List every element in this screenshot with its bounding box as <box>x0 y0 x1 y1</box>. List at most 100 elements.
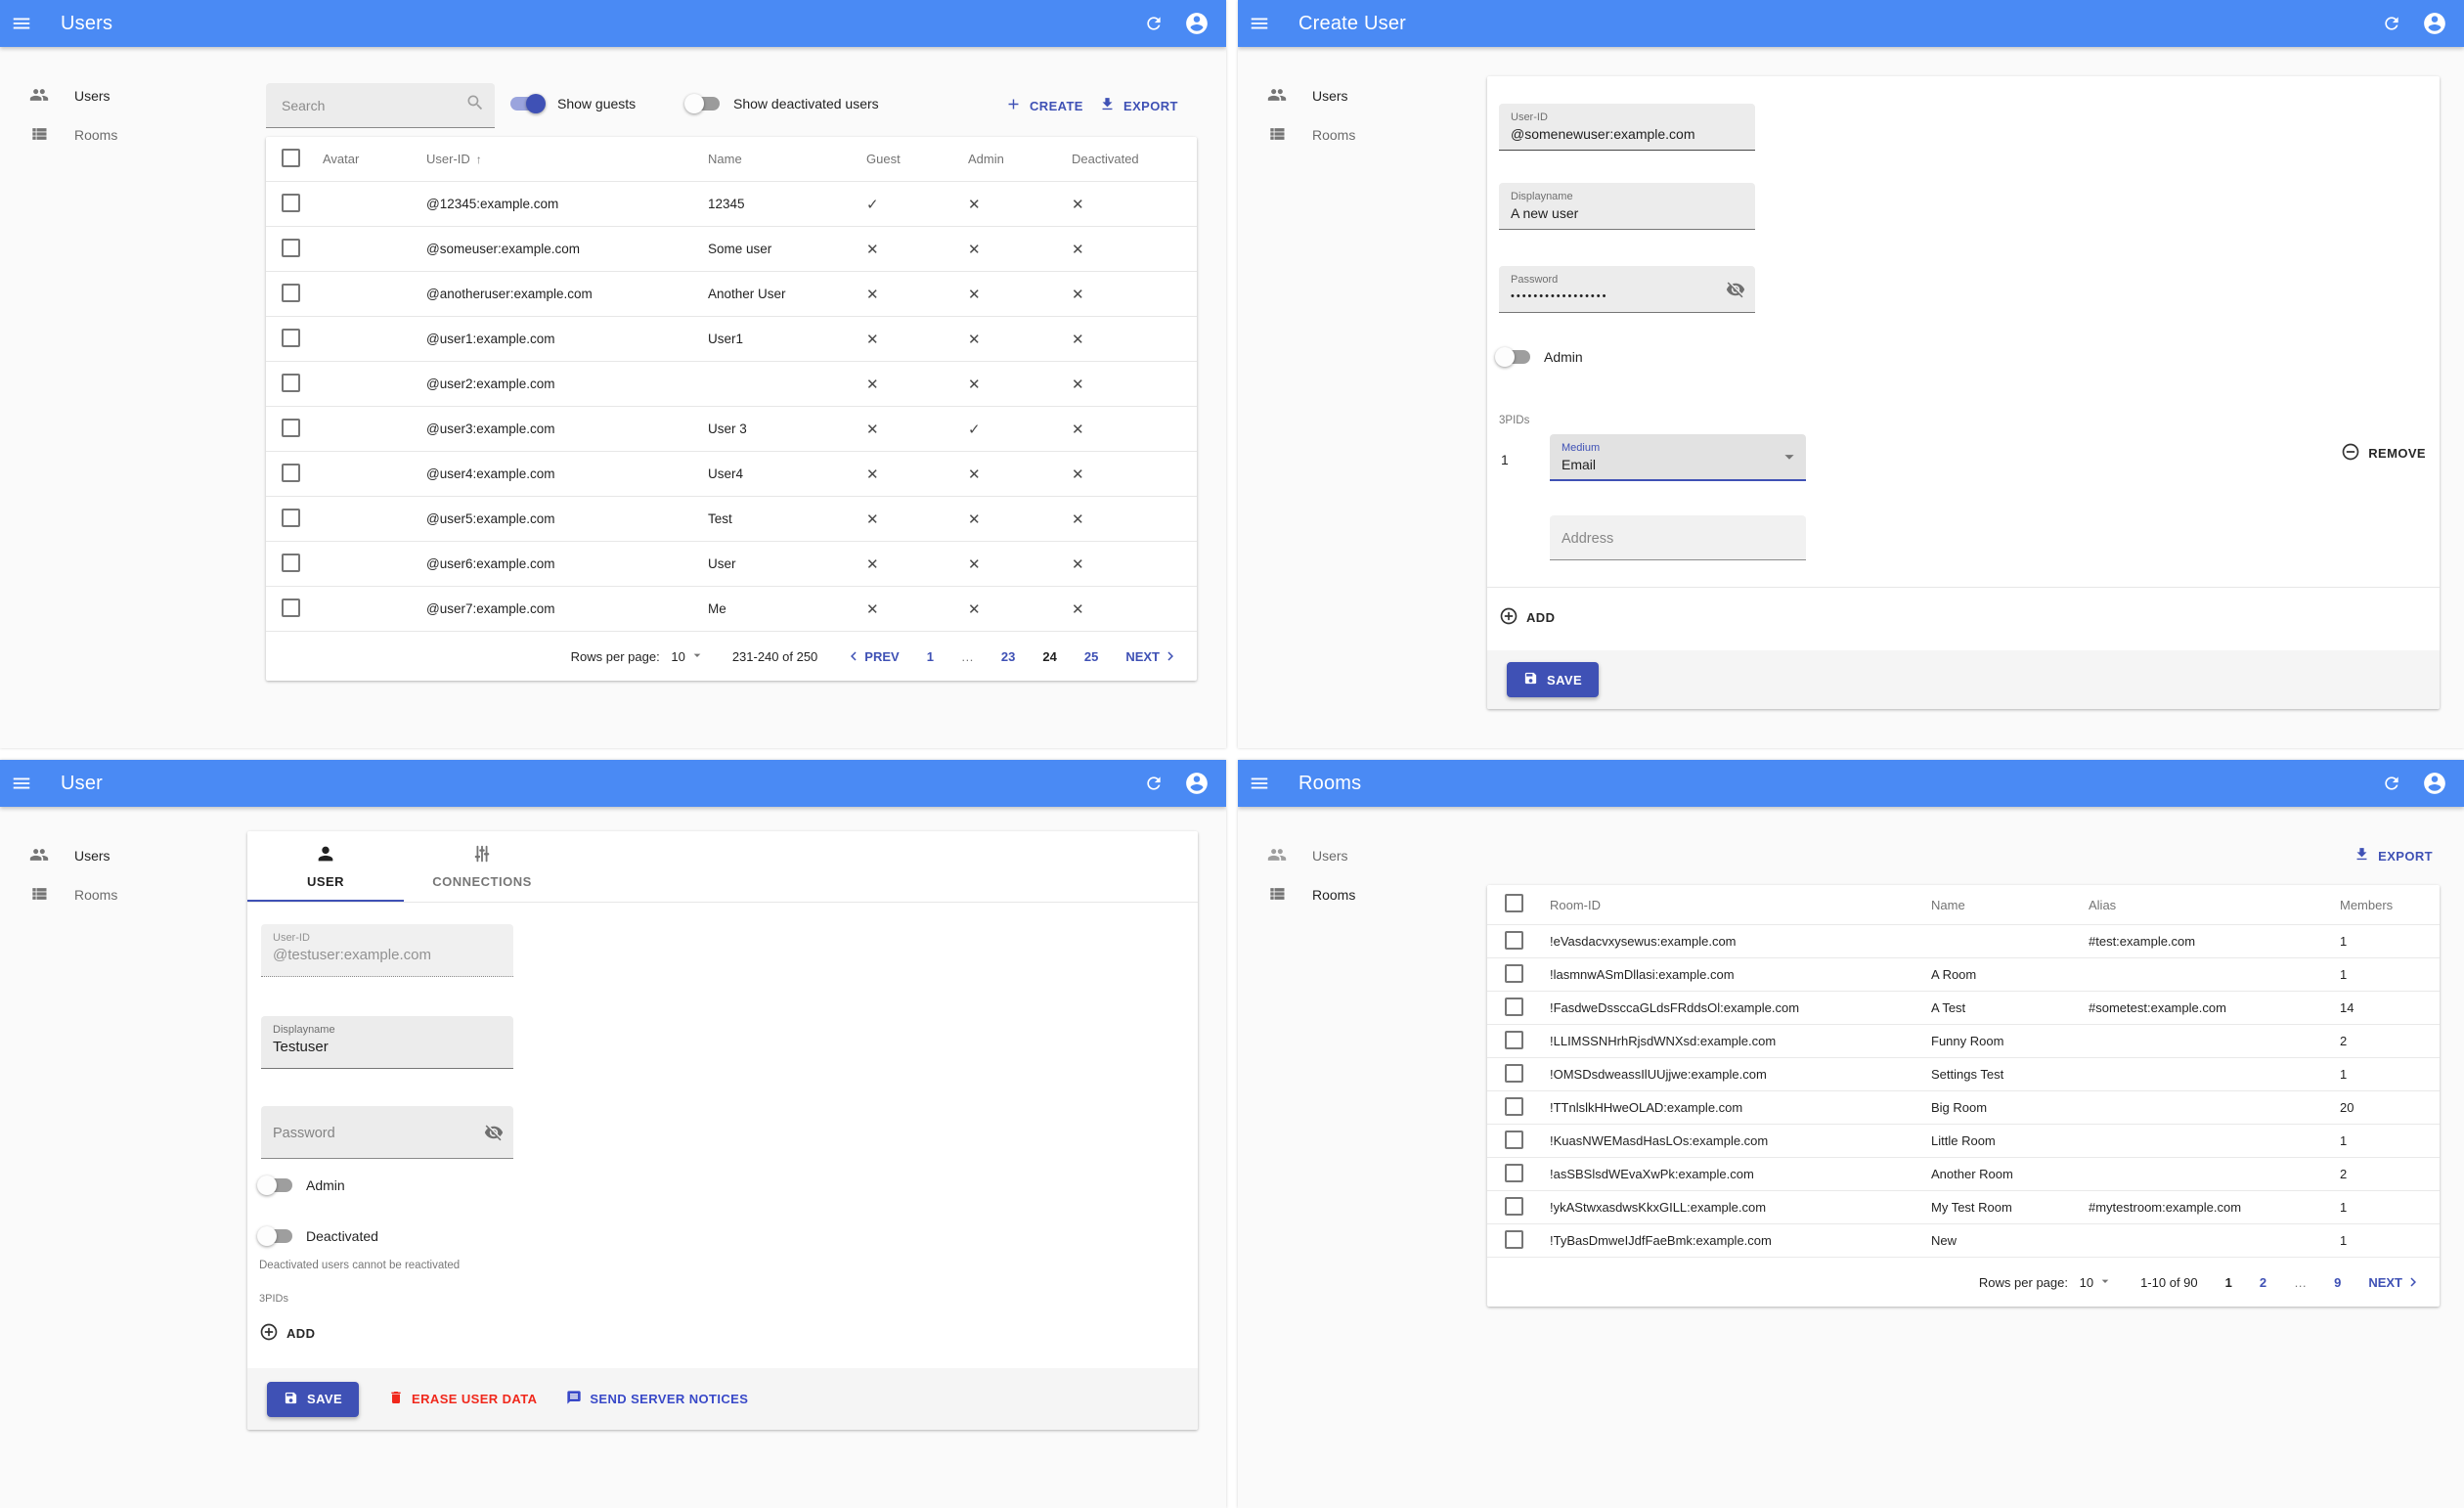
table-row[interactable]: @user4:example.com User4 ✕ ✕ ✕ <box>266 452 1197 497</box>
erase-user-data-button[interactable]: ERASE USER DATA <box>388 1390 537 1408</box>
send-server-notices-button[interactable]: SEND SERVER NOTICES <box>566 1390 748 1408</box>
show-deactivated-toggle[interactable] <box>684 94 722 113</box>
admin-toggle[interactable] <box>257 1175 294 1195</box>
admin-toggle[interactable] <box>1495 347 1532 367</box>
row-checkbox[interactable] <box>282 553 300 572</box>
prev-page-button[interactable]: PREV <box>845 647 900 665</box>
sidebar-item-rooms[interactable]: Rooms <box>0 875 242 914</box>
medium-select[interactable]: Medium Email <box>1550 434 1806 481</box>
select-all-checkbox[interactable] <box>1505 894 1523 912</box>
row-checkbox[interactable] <box>1505 930 1523 950</box>
tab-connections[interactable]: CONNECTIONS <box>404 831 560 900</box>
refresh-icon[interactable] <box>2370 2 2413 45</box>
next-page-button[interactable]: NEXT <box>1125 647 1179 665</box>
table-row[interactable]: !FasdweDssccaGLdsFRddsOl:example.com A Te… <box>1487 992 2440 1025</box>
row-checkbox[interactable] <box>1505 963 1523 983</box>
menu-icon[interactable] <box>1238 762 1281 805</box>
row-checkbox[interactable] <box>1505 1130 1523 1149</box>
rows-per-page-select[interactable]: Rows per page: 10 <box>571 647 705 666</box>
rows-per-page-select[interactable]: Rows per page: 10 <box>1979 1273 2113 1292</box>
col-header-user-id[interactable]: User-ID ↑ <box>426 152 708 166</box>
password-field[interactable]: Password ••••••••••••••••• <box>1499 266 1755 313</box>
tab-user[interactable]: USER <box>247 831 404 900</box>
account-circle-icon[interactable] <box>1175 2 1218 45</box>
account-circle-icon[interactable] <box>1175 762 1218 805</box>
row-checkbox[interactable] <box>282 418 300 437</box>
table-row[interactable]: !LLIMSSNHrhRjsdWNXsd:example.com Funny Ro… <box>1487 1025 2440 1058</box>
row-checkbox[interactable] <box>282 328 300 347</box>
table-row[interactable]: !OMSDsdweassIlUUjjwe:example.com Settings… <box>1487 1058 2440 1091</box>
select-all-checkbox[interactable] <box>282 148 300 167</box>
export-button[interactable]: EXPORT <box>2354 846 2433 865</box>
create-button[interactable]: CREATE <box>1005 96 1083 115</box>
row-checkbox[interactable] <box>282 373 300 392</box>
sidebar-item-rooms[interactable]: Rooms <box>1238 875 1480 914</box>
col-header-room-id[interactable]: Room-ID <box>1550 898 1931 912</box>
row-checkbox[interactable] <box>282 508 300 527</box>
save-button[interactable]: SAVE <box>267 1381 360 1417</box>
row-checkbox[interactable] <box>1505 1163 1523 1182</box>
address-field[interactable]: Address <box>1550 515 1806 560</box>
sidebar-item-users[interactable]: Users <box>1238 76 1480 115</box>
table-row[interactable]: @user7:example.com Me ✕ ✕ ✕ <box>266 587 1197 632</box>
menu-icon[interactable] <box>0 762 43 805</box>
table-row[interactable]: @user2:example.com ✕ ✕ ✕ <box>266 362 1197 407</box>
user-id-field[interactable]: User-ID @somenewuser:example.com <box>1499 104 1755 151</box>
remove-threepid-button[interactable]: REMOVE <box>2341 442 2426 465</box>
sidebar-item-rooms[interactable]: Rooms <box>0 115 242 155</box>
table-row[interactable]: !ykAStwxasdwsKkxGILL:example.com My Test … <box>1487 1191 2440 1224</box>
sidebar-item-users[interactable]: Users <box>0 76 242 115</box>
row-checkbox[interactable] <box>282 598 300 617</box>
table-row[interactable]: @user6:example.com User ✕ ✕ ✕ <box>266 542 1197 587</box>
table-row[interactable]: @user5:example.com Test ✕ ✕ ✕ <box>266 497 1197 542</box>
row-checkbox[interactable] <box>1505 1096 1523 1116</box>
account-circle-icon[interactable] <box>2413 2 2456 45</box>
col-header-guest[interactable]: Guest <box>866 152 968 166</box>
visibility-off-icon[interactable] <box>1726 280 1745 299</box>
next-page-button[interactable]: NEXT <box>2368 1273 2422 1291</box>
show-guests-toggle[interactable] <box>508 94 546 113</box>
table-row[interactable]: @12345:example.com 12345 ✓ ✕ ✕ <box>266 182 1197 227</box>
menu-icon[interactable] <box>1238 2 1281 45</box>
table-row[interactable]: !lasmnwASmDllasi:example.com A Room 1 <box>1487 958 2440 992</box>
table-row[interactable]: @anotheruser:example.com Another User ✕ ✕ ✕ <box>266 272 1197 317</box>
save-button[interactable]: SAVE <box>1507 662 1600 697</box>
table-row[interactable]: !eVasdacvxysewus:example.com #test:exampl… <box>1487 925 2440 958</box>
menu-icon[interactable] <box>0 2 43 45</box>
account-circle-icon[interactable] <box>2413 762 2456 805</box>
row-checkbox[interactable] <box>1505 1030 1523 1049</box>
search-input[interactable] <box>280 96 465 114</box>
col-header-alias[interactable]: Alias <box>2089 898 2340 912</box>
page-link[interactable]: 23 <box>1001 649 1015 664</box>
col-header-members[interactable]: Members <box>2340 898 2440 912</box>
row-checkbox[interactable] <box>282 283 300 302</box>
displayname-field[interactable]: Displayname Testuser <box>261 1016 513 1069</box>
page-link[interactable]: 9 <box>2334 1275 2341 1290</box>
table-row[interactable]: !TTnlslkHHweOLAD:example.com Big Room 20 <box>1487 1091 2440 1125</box>
password-field[interactable]: Password <box>261 1106 513 1159</box>
refresh-icon[interactable] <box>2370 762 2413 805</box>
col-header-name[interactable]: Name <box>1931 898 2089 912</box>
page-link[interactable]: 25 <box>1084 649 1098 664</box>
row-checkbox[interactable] <box>1505 1196 1523 1216</box>
visibility-off-icon[interactable] <box>484 1123 504 1142</box>
row-checkbox[interactable] <box>1505 997 1523 1016</box>
displayname-field[interactable]: Displayname A new user <box>1499 183 1755 230</box>
col-header-name[interactable]: Name <box>708 152 866 166</box>
add-threepid-button[interactable]: ADD <box>259 1322 315 1345</box>
col-header-deactivated[interactable]: Deactivated <box>1072 152 1197 166</box>
sidebar-item-users[interactable]: Users <box>1238 836 1480 875</box>
row-checkbox[interactable] <box>1505 1229 1523 1249</box>
col-header-admin[interactable]: Admin <box>968 152 1072 166</box>
add-threepid-button[interactable]: ADD <box>1499 606 1555 629</box>
row-checkbox[interactable] <box>282 463 300 482</box>
table-row[interactable]: @user3:example.com User 3 ✕ ✓ ✕ <box>266 407 1197 452</box>
page-link[interactable]: 1 <box>927 649 934 664</box>
refresh-icon[interactable] <box>1132 2 1175 45</box>
table-row[interactable]: !asSBSlsdWEvaXwPk:example.com Another Roo… <box>1487 1158 2440 1191</box>
row-checkbox[interactable] <box>282 193 300 212</box>
page-link[interactable]: 2 <box>2260 1275 2266 1290</box>
table-row[interactable]: !KuasNWEMasdHasLOs:example.com Little Roo… <box>1487 1125 2440 1158</box>
export-button[interactable]: EXPORT <box>1099 96 1178 115</box>
row-checkbox[interactable] <box>1505 1063 1523 1083</box>
